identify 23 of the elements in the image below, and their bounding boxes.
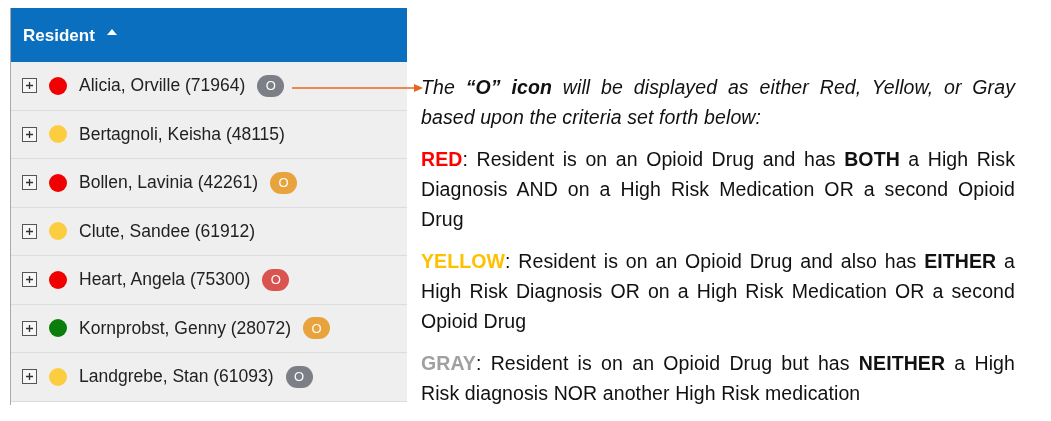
criteria-text: GRAY: Resident is on an Opioid Drug but has NEITHER a High Risk diagnosis NOR another High Risk medication [421,351,1015,406]
expand-icon[interactable] [22,223,37,239]
expand-icon[interactable] [22,126,37,142]
resident-name[interactable]: Heart, Angela (75300) [79,269,251,291]
resident-name[interactable]: Kornprobst, Genny (28072) [79,317,292,339]
opioid-badge: O [257,74,285,97]
expand-icon[interactable] [22,175,37,191]
expand-icon[interactable] [22,78,37,94]
opioid-badge: O [270,171,297,194]
resident-name[interactable]: Alicia, Orville (71964) [79,75,246,97]
opioid-badge: O [262,268,290,291]
resident-name[interactable]: Landgrebe, Stan (61093) [79,366,274,388]
criteria-text: RED: Resident is on an Opioid Drug and has BOTH a High Risk Diagnosis AND on a High Risk Medication OR a second Opioid Drug [421,147,1015,232]
expand-icon[interactable] [22,272,37,288]
expand-icon[interactable] [22,320,37,336]
column-header[interactable]: Resident [11,8,407,62]
expand-icon[interactable] [22,369,37,385]
resident-name[interactable]: Bollen, Lavinia (42261) [79,172,258,194]
opioid-badge: O [303,317,331,340]
annotation-intro: The “O” icon will be displayed as either Red, Yellow, or Gray based upon the criteria set forth below: [421,75,1015,130]
column-header-label: Resident [23,26,95,46]
criteria-text: YELLOW: Resident is on an Opioid Drug and also has EITHER a High Risk Diagnosis OR on a High Risk Medication OR a second Opioid Drug [421,249,1015,334]
opioid-badge: O [285,365,313,388]
